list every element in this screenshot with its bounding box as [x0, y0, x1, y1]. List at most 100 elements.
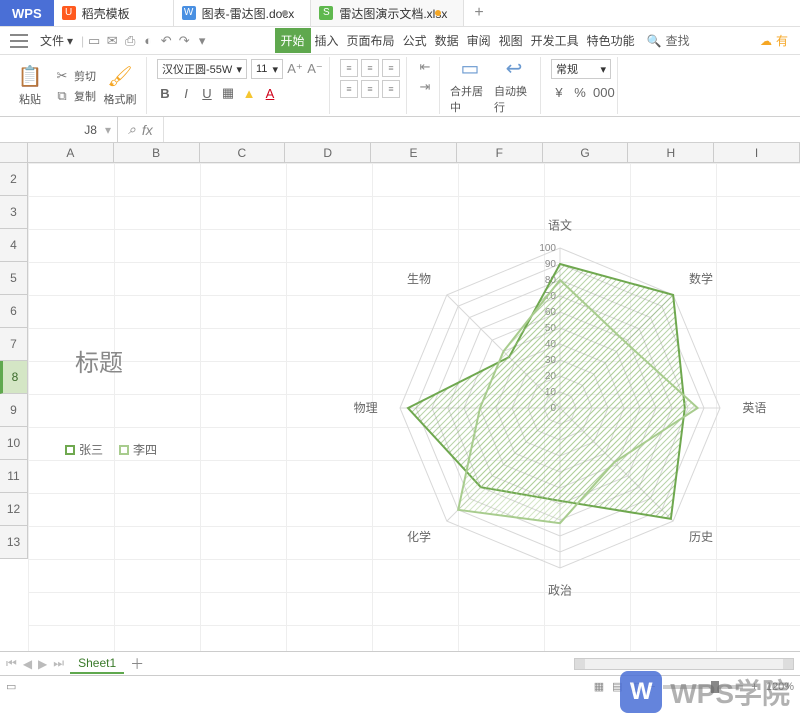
row-header[interactable]: 2: [0, 163, 27, 196]
decrease-font-icon[interactable]: A⁻: [307, 61, 323, 77]
search-button[interactable]: 🔍 查找: [647, 32, 690, 49]
view-break-icon[interactable]: ◫: [631, 680, 641, 693]
tab-home[interactable]: 开始: [275, 28, 311, 53]
row-header[interactable]: 12: [0, 493, 27, 526]
open-icon[interactable]: ✉: [104, 33, 120, 49]
row-header[interactable]: 5: [0, 262, 27, 295]
chart-title: 标题: [75, 343, 123, 378]
font-color-button[interactable]: A: [262, 86, 278, 101]
view-normal-icon[interactable]: ▦: [594, 680, 604, 693]
align-top-right[interactable]: ≡: [382, 59, 400, 77]
col-header[interactable]: A: [28, 143, 114, 162]
col-header[interactable]: E: [371, 143, 457, 162]
select-all-corner[interactable]: [0, 143, 28, 162]
row-header[interactable]: 7: [0, 328, 27, 361]
zoom-out-icon[interactable]: −: [649, 681, 655, 693]
tab-review[interactable]: 审阅: [463, 28, 495, 53]
align-bottom-left[interactable]: ≡: [340, 80, 358, 98]
cut-button[interactable]: ✂剪切: [54, 68, 96, 84]
align-bottom-right[interactable]: ≡: [382, 80, 400, 98]
cloud-status[interactable]: ☁ 有: [754, 32, 794, 49]
doc-tab-word[interactable]: W 图表-雷达图.docx: [174, 0, 312, 26]
fill-color-button[interactable]: ▲: [241, 86, 257, 101]
row-header[interactable]: 10: [0, 427, 27, 460]
merge-center-button[interactable]: ▭合并居中: [450, 56, 490, 115]
menu-row: 文件▾ | ▭ ✉ ⎙ ◐ ↶ ↷ ▾ 开始 插入 页面布局 公式 数据 审阅 …: [0, 27, 800, 55]
print-icon[interactable]: ⎙: [122, 33, 138, 49]
percent-icon[interactable]: %: [572, 85, 588, 100]
name-box[interactable]: J8▾: [0, 117, 118, 142]
currency-icon[interactable]: ¥: [551, 85, 567, 100]
increase-font-icon[interactable]: A⁺: [287, 61, 303, 77]
tab-dev[interactable]: 开发工具: [527, 28, 583, 53]
file-menu[interactable]: 文件▾: [34, 30, 79, 51]
tab-page-layout[interactable]: 页面布局: [343, 28, 399, 53]
font-size-select[interactable]: 11▾: [251, 59, 283, 79]
view-page-icon[interactable]: ▤: [612, 680, 622, 693]
bold-button[interactable]: B: [157, 86, 173, 101]
record-macro-icon[interactable]: ▭: [6, 680, 16, 693]
border-button[interactable]: ▦: [220, 85, 236, 101]
comma-icon[interactable]: 000: [593, 85, 609, 100]
sheet-nav-first-icon[interactable]: ⏮: [6, 656, 17, 671]
svg-text:历史: 历史: [689, 530, 713, 544]
brush-icon: 🖌: [107, 64, 132, 89]
align-top-left[interactable]: ≡: [340, 59, 358, 77]
chevron-down-icon: ▾: [272, 63, 278, 76]
format-painter-button[interactable]: 🖌格式刷: [100, 64, 140, 107]
copy-button[interactable]: ⧉复制: [54, 88, 96, 104]
tab-formula[interactable]: 公式: [399, 28, 431, 53]
hamburger-icon[interactable]: [10, 34, 28, 48]
redo-icon[interactable]: ↷: [176, 33, 192, 49]
doc-tab-label: 图表-雷达图.docx: [202, 5, 295, 22]
preview-icon[interactable]: ◐: [140, 33, 156, 49]
fx-label[interactable]: ⌕fx: [118, 121, 163, 138]
radar-chart[interactable]: 标题 张三 李四 0102030405060708090100语文数学英语历史政…: [40, 193, 780, 623]
italic-button[interactable]: I: [178, 86, 194, 101]
undo-icon[interactable]: ↶: [158, 33, 174, 49]
row-header[interactable]: 4: [0, 229, 27, 262]
decrease-indent-icon[interactable]: ⇤: [417, 59, 433, 75]
zoom-in-icon[interactable]: +: [751, 681, 757, 693]
sheet-nav-last-icon[interactable]: ⏭: [53, 656, 64, 671]
align-top-center[interactable]: ≡: [361, 59, 379, 77]
tab-insert[interactable]: 插入: [311, 28, 343, 53]
row-header[interactable]: 13: [0, 526, 27, 559]
underline-button[interactable]: U: [199, 86, 215, 101]
tab-special[interactable]: 特色功能: [583, 28, 639, 53]
new-tab-button[interactable]: +: [464, 0, 493, 26]
align-bottom-center[interactable]: ≡: [361, 80, 379, 98]
row-header[interactable]: 3: [0, 196, 27, 229]
row-header[interactable]: 8: [0, 361, 27, 394]
sheet-tab[interactable]: Sheet1: [70, 654, 124, 674]
col-header[interactable]: C: [200, 143, 286, 162]
zoom-slider[interactable]: [663, 685, 743, 689]
col-header[interactable]: D: [285, 143, 371, 162]
col-header[interactable]: B: [114, 143, 200, 162]
col-header[interactable]: H: [628, 143, 714, 162]
row-header[interactable]: 11: [0, 460, 27, 493]
col-header[interactable]: G: [543, 143, 629, 162]
row-header[interactable]: 6: [0, 295, 27, 328]
col-header[interactable]: I: [714, 143, 800, 162]
paste-button[interactable]: 📋粘贴: [10, 64, 50, 107]
tab-view[interactable]: 视图: [495, 28, 527, 53]
row-header[interactable]: 9: [0, 394, 27, 427]
sheet-nav-next-icon[interactable]: ▶: [38, 657, 47, 671]
add-sheet-button[interactable]: ＋: [130, 654, 144, 674]
zoom-level[interactable]: 120%: [766, 681, 794, 693]
wrap-text-button[interactable]: ↩自动换行: [494, 56, 534, 115]
doc-tab-spreadsheet[interactable]: S 雷达图演示文档.xlsx: [311, 0, 464, 26]
formula-input[interactable]: [163, 117, 800, 142]
horizontal-scrollbar[interactable]: [574, 658, 794, 670]
chevron-down-icon: ▾: [236, 63, 242, 76]
tab-data[interactable]: 数据: [431, 28, 463, 53]
col-header[interactable]: F: [457, 143, 543, 162]
number-format-select[interactable]: 常规▾: [551, 59, 611, 79]
qat-dropdown[interactable]: ▾: [194, 33, 210, 49]
doc-tab-templates[interactable]: U 稻壳模板: [54, 0, 174, 26]
new-doc-icon[interactable]: ▭: [86, 33, 102, 49]
font-name-select[interactable]: 汉仪正圆-55W▾: [157, 59, 247, 79]
sheet-nav-prev-icon[interactable]: ◀: [23, 657, 32, 671]
increase-indent-icon[interactable]: ⇥: [417, 79, 433, 95]
